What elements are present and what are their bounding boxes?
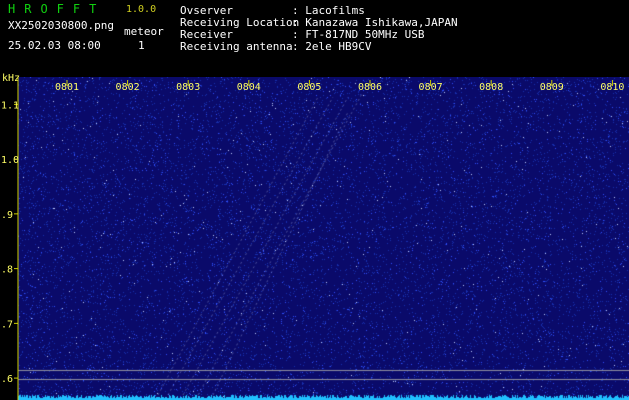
x-tick-label: 0804 xyxy=(237,82,261,93)
x-tick-label: 0810 xyxy=(600,82,624,93)
hrofft-window: HROFFT 1.0.0 XX2502030800.png meteor 25.… xyxy=(0,0,629,400)
y-tick-label: 1.0 xyxy=(1,155,19,166)
y-tick-label: .6 xyxy=(1,374,13,385)
x-tick-label: 0806 xyxy=(358,82,382,93)
y-tick-label: .7 xyxy=(1,319,13,330)
x-tick-label: 0801 xyxy=(55,82,79,93)
spectrogram-overlay: 0801 0802 0803 0804 0805 0806 0807 0808 0809 0810… xyxy=(1,77,624,400)
x-tick-label: 0808 xyxy=(479,82,503,93)
y-tick-label: 1.1 xyxy=(1,100,19,111)
x-tick-label: 0802 xyxy=(116,82,140,93)
x-tick-label: 0809 xyxy=(540,82,564,93)
y-tick-label: .8 xyxy=(1,265,13,276)
x-tick-label: 0803 xyxy=(176,82,200,93)
x-tick-label: 0805 xyxy=(297,82,321,93)
x-tick-label: 0807 xyxy=(419,82,443,93)
y-tick-label: .9 xyxy=(1,210,13,221)
